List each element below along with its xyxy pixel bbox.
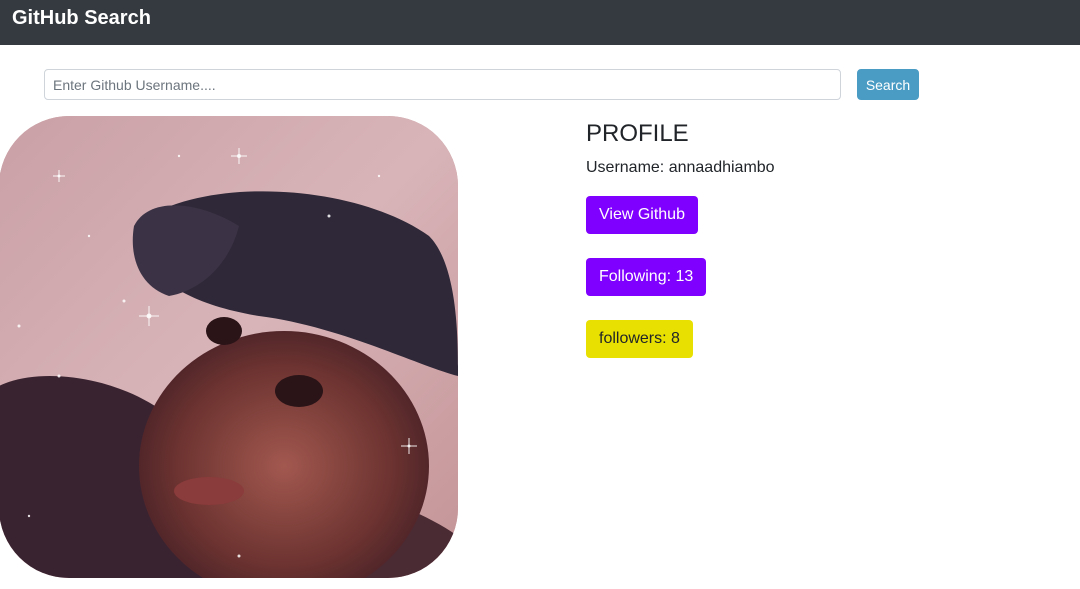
following-count-badge: Following: 13: [586, 258, 707, 296]
search-button[interactable]: Search: [857, 69, 919, 100]
profile-heading: PROFILE: [586, 120, 689, 147]
username-label: Username: annaadhiambo: [586, 159, 775, 176]
view-github-button[interactable]: View Github: [586, 196, 698, 234]
followers-count-badge: followers: 8: [586, 320, 693, 358]
app-brand-title[interactable]: GitHub Search: [12, 6, 151, 30]
avatar: [0, 116, 458, 578]
navbar: GitHub Search: [0, 0, 1080, 45]
search-input[interactable]: [44, 69, 841, 100]
